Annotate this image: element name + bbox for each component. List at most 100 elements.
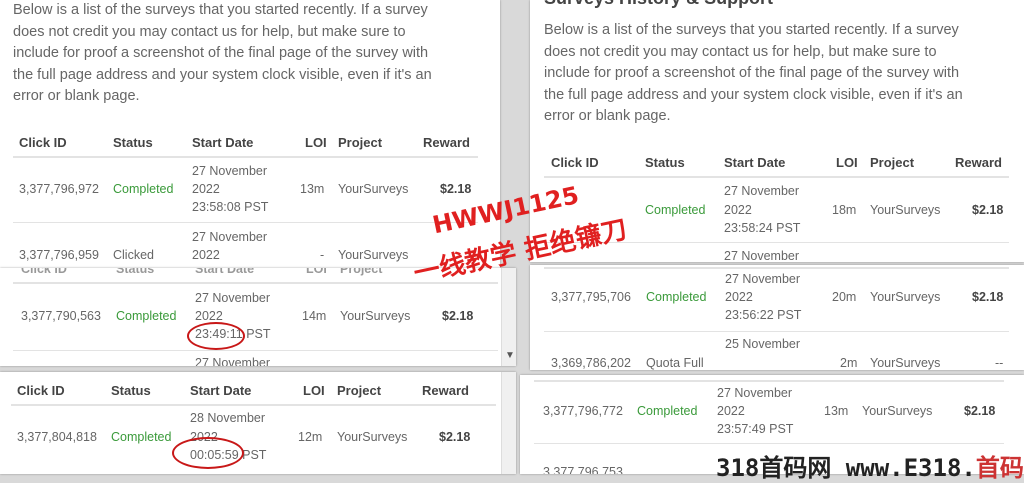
click-id: 3,377,796,972 — [19, 182, 99, 196]
header-status: Status — [116, 268, 155, 276]
status-badge: Completed — [116, 309, 177, 323]
scrollbar[interactable] — [501, 372, 516, 474]
start-date-day: 27 November — [192, 164, 268, 178]
header-project[interactable]: Project — [870, 155, 914, 170]
header-reward[interactable]: Reward — [422, 383, 469, 398]
click-id: 3,377,796,753 — [543, 465, 623, 474]
click-id: 3,377,790,563 — [21, 309, 101, 323]
click-id: 3,369,786,202 — [551, 356, 631, 370]
section-title: Surveys History & Support — [544, 0, 773, 9]
loi: 12m — [298, 430, 323, 444]
project: YourSurveys — [338, 248, 409, 262]
header-loi[interactable]: LOI — [303, 383, 325, 398]
start-date-time: 23:56:22 PST — [725, 308, 802, 322]
site-watermark-text: 318首码网 www.E318. — [716, 454, 976, 482]
intro-line: include for proof a screenshot of the fi… — [544, 65, 960, 81]
status-badge: Quota Full — [646, 356, 704, 370]
header-divider — [544, 176, 1009, 178]
survey-history-panel-bottom-left: Click ID Status Start Date LOI Project R… — [0, 372, 516, 474]
header-status[interactable]: Status — [113, 135, 153, 150]
header-loi[interactable]: LOI — [305, 135, 327, 150]
site-watermark-end: 首码网 — [975, 454, 1024, 482]
project: YourSurveys — [862, 404, 933, 418]
header-start-date[interactable]: Start Date — [192, 135, 253, 150]
header-status[interactable]: Status — [645, 155, 685, 170]
row-divider — [13, 350, 498, 351]
status-badge: Completed — [113, 182, 174, 196]
start-date-day: 28 November — [190, 411, 266, 425]
intro-line: Below is a list of the surveys that you … — [13, 2, 428, 18]
intro-line: error or blank page. — [13, 88, 140, 104]
click-id: 3,377,796,772 — [543, 404, 623, 418]
start-date-day: 27 November — [195, 291, 271, 305]
header-reward[interactable]: Reward — [955, 155, 1002, 170]
row-divider — [544, 331, 1009, 332]
intro-text: Below is a list of the surveys that you … — [544, 20, 1019, 128]
project: YourSurveys — [338, 182, 409, 196]
header-start-date: Start Date — [195, 268, 255, 276]
header-click-id[interactable]: Click ID — [17, 383, 65, 398]
project: YourSurveys — [870, 290, 941, 304]
status-badge: Completed — [646, 290, 707, 304]
intro-line: does not credit you may contact us for h… — [544, 43, 937, 60]
loi: 13m — [824, 404, 849, 418]
start-date-day: 25 November — [725, 337, 801, 351]
reward: $2.18 — [964, 404, 996, 418]
start-date-year: 2022 — [717, 404, 745, 418]
start-date-year: 2022 — [192, 182, 220, 196]
header-start-date[interactable]: Start Date — [724, 155, 785, 170]
start-date-time: 23:58:24 PST — [724, 221, 801, 235]
header-project[interactable]: Project — [338, 135, 382, 150]
header-divider — [544, 267, 1009, 269]
survey-history-panel-top-left: Below is a list of the surveys that you … — [0, 0, 500, 268]
header-divider — [11, 404, 496, 406]
intro-line: does not credit you may contact us for h… — [13, 23, 406, 40]
status-badge: Completed — [645, 203, 706, 217]
start-date-day: 27 November — [724, 184, 800, 198]
highlight-circle — [187, 322, 245, 350]
status-badge: Completed — [637, 404, 698, 418]
header-divider — [534, 380, 1004, 382]
row-divider — [534, 443, 1004, 444]
header-click-id: Click ID — [21, 268, 67, 276]
loi: 18m — [832, 203, 857, 217]
header-status[interactable]: Status — [111, 383, 151, 398]
highlight-circle — [172, 437, 244, 469]
start-date-year: 2022 — [725, 290, 753, 304]
header-divider — [13, 156, 478, 158]
click-id: 3,377,795,706 — [551, 290, 631, 304]
start-date-day: 27 November — [725, 272, 801, 286]
header-click-id[interactable]: Click ID — [19, 135, 67, 150]
start-date-year: 2022 — [192, 248, 220, 262]
status-badge: Completed — [111, 430, 172, 444]
start-date-time: 23:58:08 PST — [192, 200, 269, 214]
reward: $2.18 — [972, 290, 1004, 304]
row-divider — [13, 222, 478, 223]
start-date-day: 27 November — [195, 356, 271, 366]
start-date-year: 2022 — [724, 203, 752, 217]
header-start-date[interactable]: Start Date — [190, 383, 251, 398]
intro-line: the full page address and your system cl… — [544, 86, 963, 103]
scrollbar[interactable]: ▼ — [501, 268, 516, 366]
header-reward[interactable]: Reward — [423, 135, 470, 150]
project: YourSurveys — [870, 356, 941, 370]
header-click-id[interactable]: Click ID — [551, 155, 599, 170]
header-loi[interactable]: LOI — [836, 155, 858, 170]
intro-line: include for proof a screenshot of the fi… — [13, 45, 429, 61]
reward: -- — [995, 356, 1004, 370]
header-project[interactable]: Project — [337, 383, 381, 398]
project: YourSurveys — [870, 203, 941, 217]
project: YourSurveys — [340, 309, 411, 323]
survey-history-panel-middle-right: 3,377,795,706 Completed 27 November 2022… — [530, 265, 1024, 370]
reward: $2.18 — [439, 430, 471, 444]
status-badge: Clicked — [113, 248, 154, 262]
loi: 2m — [840, 356, 858, 370]
start-date-time: 23:57:49 PST — [717, 422, 794, 436]
start-date-day: 27 November — [724, 249, 800, 262]
header-loi: LOI — [306, 268, 327, 276]
project: YourSurveys — [337, 430, 408, 444]
loi: - — [320, 248, 325, 262]
intro-text: Below is a list of the surveys that you … — [13, 0, 493, 108]
intro-line: the full page address and your system cl… — [13, 66, 432, 83]
scroll-down-icon[interactable]: ▼ — [505, 350, 515, 361]
